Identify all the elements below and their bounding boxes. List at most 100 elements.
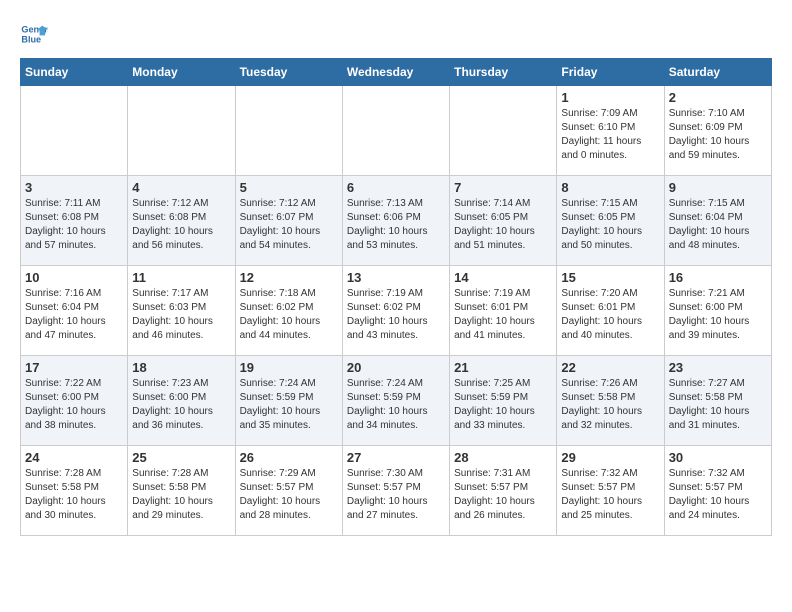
- calendar-cell: 12 Sunrise: 7:18 AM Sunset: 6:02 PM Dayli…: [235, 266, 342, 356]
- weekday-header-saturday: Saturday: [664, 59, 771, 86]
- day-number: 24: [25, 450, 123, 465]
- day-number: 30: [669, 450, 767, 465]
- logo-icon: General Blue: [20, 20, 48, 48]
- day-number: 19: [240, 360, 338, 375]
- day-info: Sunrise: 7:31 AM Sunset: 5:57 PM Dayligh…: [454, 467, 552, 523]
- day-number: 23: [669, 360, 767, 375]
- calendar-cell: [21, 86, 128, 176]
- day-number: 1: [561, 90, 659, 105]
- day-number: 20: [347, 360, 445, 375]
- day-number: 27: [347, 450, 445, 465]
- day-info: Sunrise: 7:12 AM Sunset: 6:07 PM Dayligh…: [240, 197, 338, 253]
- calendar-cell: 22 Sunrise: 7:26 AM Sunset: 5:58 PM Dayli…: [557, 356, 664, 446]
- day-info: Sunrise: 7:28 AM Sunset: 5:58 PM Dayligh…: [132, 467, 230, 523]
- calendar-cell: 29 Sunrise: 7:32 AM Sunset: 5:57 PM Dayli…: [557, 446, 664, 536]
- calendar-cell: [450, 86, 557, 176]
- day-info: Sunrise: 7:25 AM Sunset: 5:59 PM Dayligh…: [454, 377, 552, 433]
- day-number: 29: [561, 450, 659, 465]
- day-number: 2: [669, 90, 767, 105]
- logo: General Blue: [20, 20, 52, 48]
- calendar-cell: 17 Sunrise: 7:22 AM Sunset: 6:00 PM Dayli…: [21, 356, 128, 446]
- day-number: 17: [25, 360, 123, 375]
- calendar-cell: [128, 86, 235, 176]
- calendar-cell: 27 Sunrise: 7:30 AM Sunset: 5:57 PM Dayli…: [342, 446, 449, 536]
- day-info: Sunrise: 7:18 AM Sunset: 6:02 PM Dayligh…: [240, 287, 338, 343]
- day-info: Sunrise: 7:23 AM Sunset: 6:00 PM Dayligh…: [132, 377, 230, 433]
- weekday-header-thursday: Thursday: [450, 59, 557, 86]
- day-info: Sunrise: 7:32 AM Sunset: 5:57 PM Dayligh…: [561, 467, 659, 523]
- day-info: Sunrise: 7:15 AM Sunset: 6:04 PM Dayligh…: [669, 197, 767, 253]
- weekday-header-wednesday: Wednesday: [342, 59, 449, 86]
- calendar-cell: 10 Sunrise: 7:16 AM Sunset: 6:04 PM Dayli…: [21, 266, 128, 356]
- weekday-header-sunday: Sunday: [21, 59, 128, 86]
- day-number: 22: [561, 360, 659, 375]
- day-info: Sunrise: 7:32 AM Sunset: 5:57 PM Dayligh…: [669, 467, 767, 523]
- day-info: Sunrise: 7:30 AM Sunset: 5:57 PM Dayligh…: [347, 467, 445, 523]
- day-number: 3: [25, 180, 123, 195]
- calendar-cell: 14Sunrise: 7:19 AM Sunset: 6:01 PM Dayli…: [450, 266, 557, 356]
- calendar-cell: 1 Sunrise: 7:09 AM Sunset: 6:10 PM Daylig…: [557, 86, 664, 176]
- weekday-header-friday: Friday: [557, 59, 664, 86]
- day-info: Sunrise: 7:13 AM Sunset: 6:06 PM Dayligh…: [347, 197, 445, 253]
- day-info: Sunrise: 7:15 AM Sunset: 6:05 PM Dayligh…: [561, 197, 659, 253]
- day-number: 9: [669, 180, 767, 195]
- calendar-cell: 9 Sunrise: 7:15 AM Sunset: 6:04 PM Daylig…: [664, 176, 771, 266]
- day-info: Sunrise: 7:26 AM Sunset: 5:58 PM Dayligh…: [561, 377, 659, 433]
- svg-text:Blue: Blue: [21, 34, 41, 44]
- calendar-cell: 30 Sunrise: 7:32 AM Sunset: 5:57 PM Dayli…: [664, 446, 771, 536]
- day-number: 11: [132, 270, 230, 285]
- day-info: Sunrise: 7:24 AM Sunset: 5:59 PM Dayligh…: [240, 377, 338, 433]
- calendar-cell: 24 Sunrise: 7:28 AM Sunset: 5:58 PM Dayli…: [21, 446, 128, 536]
- day-info: Sunrise: 7:11 AM Sunset: 6:08 PM Dayligh…: [25, 197, 123, 253]
- day-number: 16: [669, 270, 767, 285]
- day-info: Sunrise: 7:24 AM Sunset: 5:59 PM Dayligh…: [347, 377, 445, 433]
- calendar-table: SundayMondayTuesdayWednesdayThursdayFrid…: [20, 58, 772, 536]
- calendar-cell: 2 Sunrise: 7:10 AM Sunset: 6:09 PM Daylig…: [664, 86, 771, 176]
- calendar-cell: [342, 86, 449, 176]
- day-info: Sunrise: 7:21 AM Sunset: 6:00 PM Dayligh…: [669, 287, 767, 343]
- weekday-header-tuesday: Tuesday: [235, 59, 342, 86]
- day-info: Sunrise: 7:27 AM Sunset: 5:58 PM Dayligh…: [669, 377, 767, 433]
- day-number: 28: [454, 450, 552, 465]
- day-number: 13: [347, 270, 445, 285]
- calendar-cell: 21 Sunrise: 7:25 AM Sunset: 5:59 PM Dayli…: [450, 356, 557, 446]
- calendar-cell: 13 Sunrise: 7:19 AM Sunset: 6:02 PM Dayli…: [342, 266, 449, 356]
- day-info: Sunrise: 7:17 AM Sunset: 6:03 PM Dayligh…: [132, 287, 230, 343]
- day-number: 10: [25, 270, 123, 285]
- day-number: 8: [561, 180, 659, 195]
- day-number: 25: [132, 450, 230, 465]
- day-number: 5: [240, 180, 338, 195]
- day-info: Sunrise: 7:09 AM Sunset: 6:10 PM Dayligh…: [561, 107, 659, 163]
- calendar-cell: 6 Sunrise: 7:13 AM Sunset: 6:06 PM Daylig…: [342, 176, 449, 266]
- calendar-cell: 25 Sunrise: 7:28 AM Sunset: 5:58 PM Dayli…: [128, 446, 235, 536]
- calendar-cell: 26 Sunrise: 7:29 AM Sunset: 5:57 PM Dayli…: [235, 446, 342, 536]
- calendar-cell: 18 Sunrise: 7:23 AM Sunset: 6:00 PM Dayli…: [128, 356, 235, 446]
- day-number: 12: [240, 270, 338, 285]
- day-info: Sunrise: 7:14 AM Sunset: 6:05 PM Dayligh…: [454, 197, 552, 253]
- calendar-cell: [235, 86, 342, 176]
- day-number: 7: [454, 180, 552, 195]
- calendar-cell: 11 Sunrise: 7:17 AM Sunset: 6:03 PM Dayli…: [128, 266, 235, 356]
- day-number: 4: [132, 180, 230, 195]
- day-info: Sunrise: 7:19 AM Sunset: 6:02 PM Dayligh…: [347, 287, 445, 343]
- day-info: Sunrise: 7:28 AM Sunset: 5:58 PM Dayligh…: [25, 467, 123, 523]
- day-info: Sunrise: 7:16 AM Sunset: 6:04 PM Dayligh…: [25, 287, 123, 343]
- weekday-header-monday: Monday: [128, 59, 235, 86]
- day-number: 6: [347, 180, 445, 195]
- day-info: Sunrise: 7:29 AM Sunset: 5:57 PM Dayligh…: [240, 467, 338, 523]
- day-info: Sunrise: 7:10 AM Sunset: 6:09 PM Dayligh…: [669, 107, 767, 163]
- day-info: Sunrise: 7:22 AM Sunset: 6:00 PM Dayligh…: [25, 377, 123, 433]
- day-number: 15: [561, 270, 659, 285]
- day-info: Sunrise: 7:12 AM Sunset: 6:08 PM Dayligh…: [132, 197, 230, 253]
- calendar-cell: 19 Sunrise: 7:24 AM Sunset: 5:59 PM Dayli…: [235, 356, 342, 446]
- calendar-cell: 15Sunrise: 7:20 AM Sunset: 6:01 PM Dayli…: [557, 266, 664, 356]
- day-number: 21: [454, 360, 552, 375]
- calendar-cell: 4 Sunrise: 7:12 AM Sunset: 6:08 PM Daylig…: [128, 176, 235, 266]
- calendar-cell: 23 Sunrise: 7:27 AM Sunset: 5:58 PM Dayli…: [664, 356, 771, 446]
- day-number: 26: [240, 450, 338, 465]
- calendar-cell: 5 Sunrise: 7:12 AM Sunset: 6:07 PM Daylig…: [235, 176, 342, 266]
- day-info: Sunrise: 7:19 AM Sunset: 6:01 PM Dayligh…: [454, 287, 552, 343]
- calendar-cell: 20 Sunrise: 7:24 AM Sunset: 5:59 PM Dayli…: [342, 356, 449, 446]
- calendar-cell: 28 Sunrise: 7:31 AM Sunset: 5:57 PM Dayli…: [450, 446, 557, 536]
- day-number: 18: [132, 360, 230, 375]
